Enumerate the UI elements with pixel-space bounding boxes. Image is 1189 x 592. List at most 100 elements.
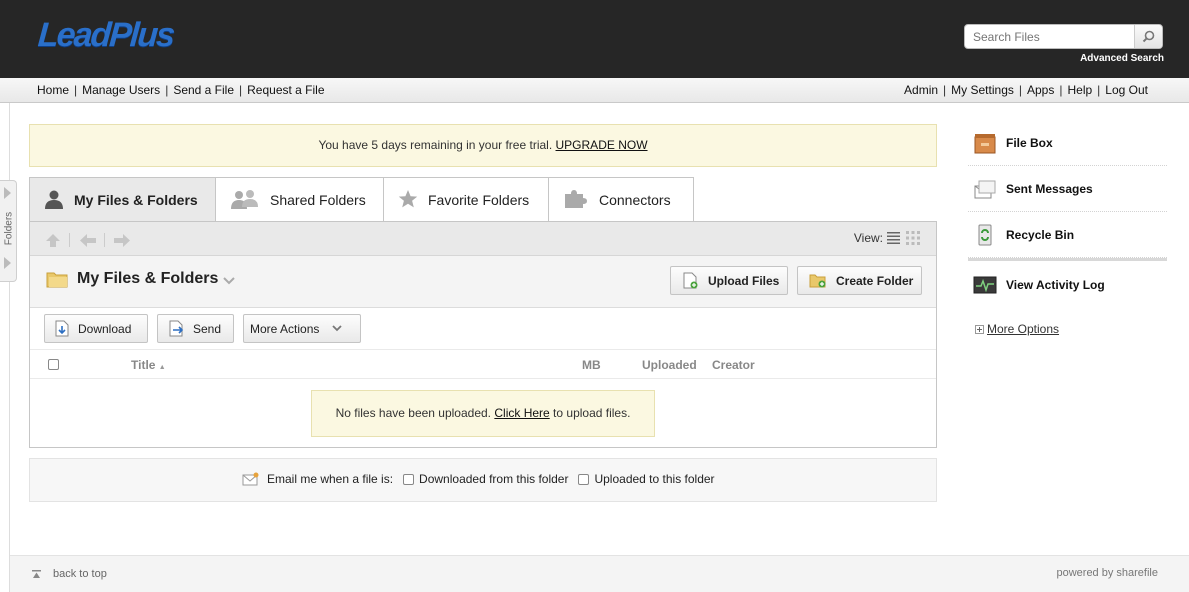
search-box xyxy=(964,24,1163,49)
tab-label: Favorite Folders xyxy=(428,192,530,208)
tab-my-files[interactable]: My Files & Folders xyxy=(29,177,216,222)
sidebar-item-label: File Box xyxy=(1006,135,1053,150)
tab-label: Connectors xyxy=(599,192,671,208)
tab-favorite-folders[interactable]: Favorite Folders xyxy=(383,177,549,222)
sidebar-item-label: Sent Messages xyxy=(1006,181,1093,196)
column-title[interactable]: Title ▲ xyxy=(131,358,166,372)
email-icon xyxy=(242,472,259,486)
empty-text-after: to upload files. xyxy=(553,406,631,420)
folder-header: My Files & Folders Upload Files Create F… xyxy=(30,256,936,308)
more-actions-dropdown[interactable]: More Actions xyxy=(243,314,361,343)
upload-files-label: Upload Files xyxy=(708,273,780,288)
tab-label: My Files & Folders xyxy=(74,192,198,208)
expand-arrow-icon xyxy=(4,187,11,199)
send-icon xyxy=(169,320,184,337)
column-uploaded[interactable]: Uploaded xyxy=(642,358,697,372)
create-folder-label: Create Folder xyxy=(836,273,914,288)
tab-connectors[interactable]: Connectors xyxy=(548,177,694,222)
download-label: Download xyxy=(78,321,132,336)
nav-divider: | xyxy=(239,83,243,97)
actions-toolbar: Download Send More Actions xyxy=(30,308,936,349)
nav-divider: | xyxy=(165,83,169,97)
downloaded-checkbox[interactable] xyxy=(403,473,415,485)
powered-by: powered by sharefile xyxy=(1056,567,1158,579)
more-options[interactable]: More Options xyxy=(975,322,1059,336)
folder-title[interactable]: My Files & Folders xyxy=(77,270,218,288)
column-creator[interactable]: Creator xyxy=(712,358,755,372)
sidebar-divider xyxy=(968,258,1167,261)
select-all-checkbox[interactable] xyxy=(48,359,59,370)
back-to-top-link[interactable]: back to top xyxy=(32,568,107,580)
column-mb[interactable]: MB xyxy=(582,358,601,372)
nav-send-file[interactable]: Send a File xyxy=(173,83,234,97)
footer: back to top powered by sharefile xyxy=(10,555,1189,592)
nav-right: Admin | My Settings | Apps | Help | Log Out xyxy=(904,83,1148,97)
download-button[interactable]: Download xyxy=(44,314,148,343)
logo[interactable]: LeadPlus xyxy=(37,16,175,55)
sidebar-item-label: Recycle Bin xyxy=(1006,227,1075,242)
folders-tab-label: Folders xyxy=(3,211,15,246)
more-actions-label: More Actions xyxy=(250,321,320,336)
sent-messages-icon xyxy=(974,180,996,198)
upload-file-icon xyxy=(683,272,698,289)
nav-request-file[interactable]: Request a File xyxy=(247,83,324,97)
nav-admin[interactable]: Admin xyxy=(904,83,938,97)
sidebar-item-file-box[interactable]: File Box xyxy=(968,120,1167,166)
notify-label: Email me when a file is: xyxy=(267,472,394,486)
search-input[interactable] xyxy=(965,25,1135,48)
activity-log-icon xyxy=(973,276,997,294)
back-arrow-icon[interactable] xyxy=(80,234,96,247)
puzzle-icon xyxy=(563,189,589,212)
search-icon xyxy=(1142,30,1155,43)
column-header-row: Title ▲ MB Uploaded Creator xyxy=(30,349,936,379)
up-arrow-icon[interactable] xyxy=(46,234,60,247)
downloaded-option-label[interactable]: Downloaded from this folder xyxy=(419,472,568,486)
advanced-search-link[interactable]: Advanced Search xyxy=(1080,53,1164,64)
upload-files-button[interactable]: Upload Files xyxy=(670,266,788,295)
header: LeadPlus Advanced Search xyxy=(0,0,1189,78)
nav-manage-users[interactable]: Manage Users xyxy=(82,83,160,97)
recycle-bin-icon xyxy=(978,224,992,245)
forward-arrow-icon[interactable] xyxy=(114,234,130,247)
nav-apps[interactable]: Apps xyxy=(1027,83,1054,97)
send-button[interactable]: Send xyxy=(157,314,234,343)
folders-side-tab[interactable]: Folders xyxy=(0,180,17,282)
nav-divider: | xyxy=(943,83,947,97)
sidebar-item-recycle-bin[interactable]: Recycle Bin xyxy=(968,212,1167,258)
empty-text: No files have been uploaded. xyxy=(335,406,492,420)
more-options-link[interactable]: More Options xyxy=(987,322,1059,336)
files-panel: View: My Files & Folders Upload Files Cr… xyxy=(29,221,937,448)
content-divider xyxy=(9,103,10,592)
search-button[interactable] xyxy=(1134,25,1162,48)
trial-text: You have 5 days remaining in your free t… xyxy=(318,138,553,152)
sidebar-item-sent-messages[interactable]: Sent Messages xyxy=(968,166,1167,212)
expand-plus-icon xyxy=(975,324,984,334)
back-to-top-icon xyxy=(32,569,41,578)
grid-view-icon[interactable] xyxy=(906,231,920,245)
toolbar-divider xyxy=(69,233,70,247)
upgrade-link[interactable]: UPGRADE NOW xyxy=(556,138,648,152)
back-to-top-label: back to top xyxy=(53,568,107,580)
list-view-icon[interactable] xyxy=(887,231,900,245)
tab-shared-folders[interactable]: Shared Folders xyxy=(216,177,384,222)
folder-icon xyxy=(46,272,68,288)
send-label: Send xyxy=(193,321,222,336)
uploaded-checkbox[interactable] xyxy=(578,473,590,485)
tab-label: Shared Folders xyxy=(270,192,366,208)
user-icon xyxy=(44,189,64,212)
nav-help[interactable]: Help xyxy=(1067,83,1092,97)
nav-divider: | xyxy=(74,83,78,97)
nav-left: Home | Manage Users | Send a File | Request a … xyxy=(37,83,325,97)
uploaded-option-label[interactable]: Uploaded to this folder xyxy=(594,472,714,486)
nav-home[interactable]: Home xyxy=(37,83,69,97)
nav-divider: | xyxy=(1097,83,1101,97)
chevron-down-icon[interactable] xyxy=(223,277,235,285)
sidebar-item-activity-log[interactable]: View Activity Log xyxy=(968,262,1167,308)
column-title-label: Title xyxy=(131,358,156,372)
toolbar-divider xyxy=(104,233,105,247)
sidebar-item-label: View Activity Log xyxy=(1006,278,1105,292)
create-folder-button[interactable]: Create Folder xyxy=(797,266,922,295)
nav-my-settings[interactable]: My Settings xyxy=(951,83,1014,97)
nav-log-out[interactable]: Log Out xyxy=(1105,83,1148,97)
upload-click-here-link[interactable]: Click Here xyxy=(494,406,549,420)
